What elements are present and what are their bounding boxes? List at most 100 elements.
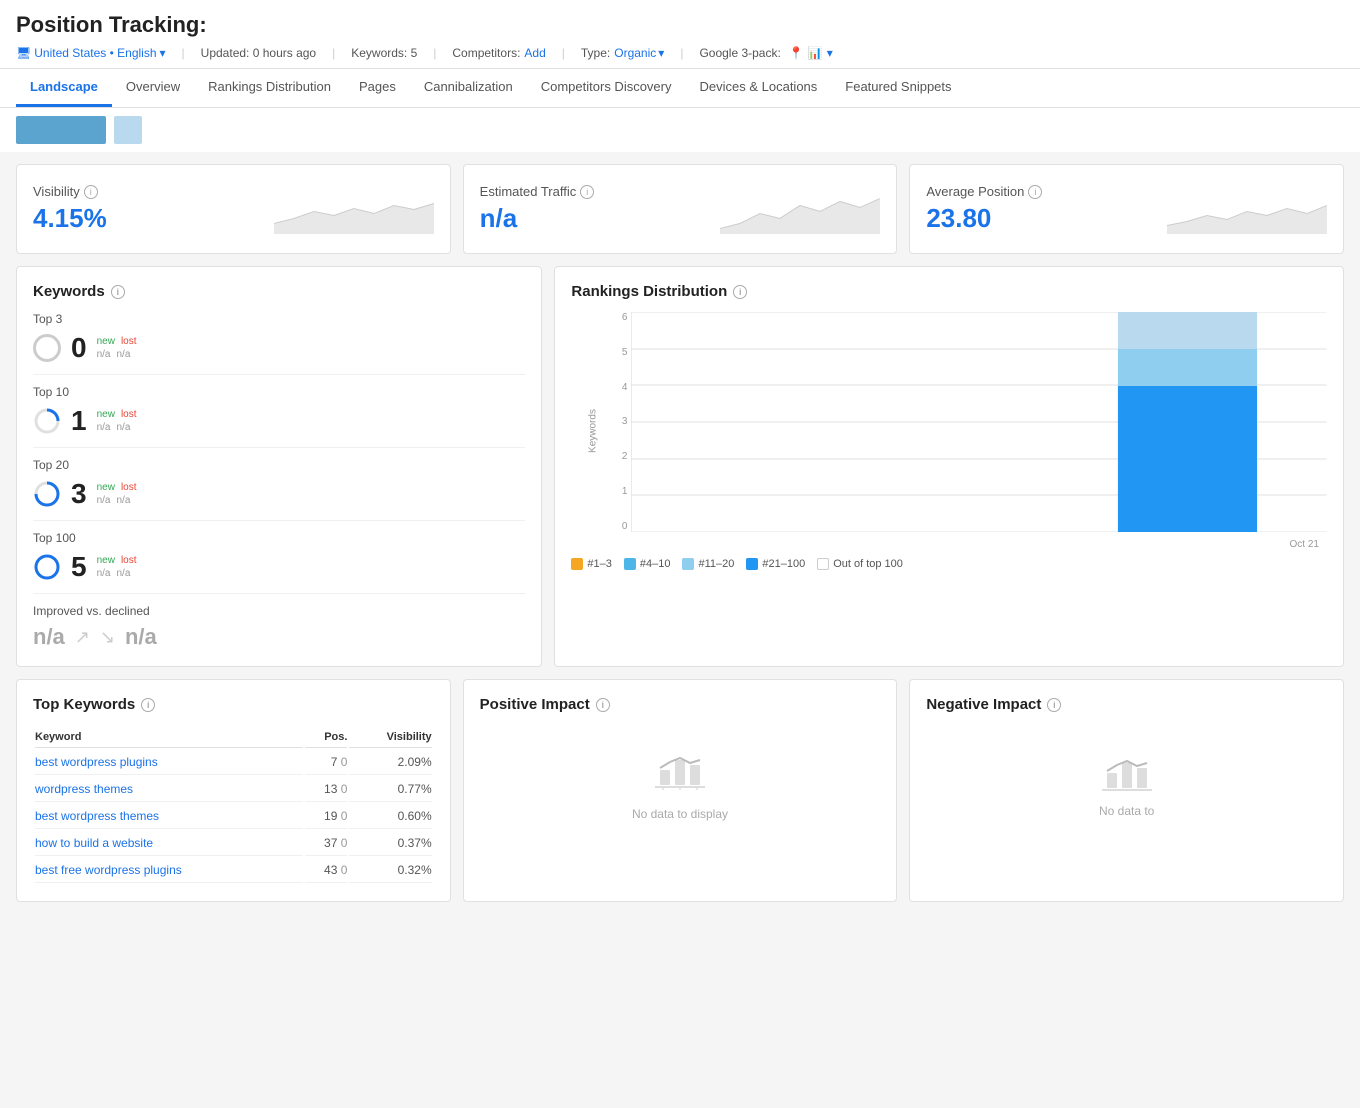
top10-row: 1 newlost n/an/a xyxy=(33,405,525,448)
tab-rankings-distribution[interactable]: Rankings Distribution xyxy=(194,69,345,107)
y-axis-labels: 0 1 2 3 4 5 6 xyxy=(611,312,627,532)
negative-impact-info-icon[interactable]: i xyxy=(1047,698,1061,712)
vis-1: 2.09% xyxy=(349,750,431,775)
rankings-info-icon[interactable]: i xyxy=(733,285,747,299)
kw-link-5[interactable]: best free wordpress plugins xyxy=(35,863,182,877)
y-axis-label: Keywords xyxy=(588,409,599,453)
kw-link-1[interactable]: best wordpress plugins xyxy=(35,755,158,769)
chart-legend: #1–3 #4–10 #11–20 #21–100 Out of top 100 xyxy=(571,558,1327,570)
monitor-icon: 🖥 xyxy=(16,46,31,60)
legend-box-21-100 xyxy=(746,558,758,570)
pos-2: 13 0 xyxy=(305,777,348,802)
top-keywords-title: Top Keywords i xyxy=(33,696,434,713)
legend-1-3: #1–3 xyxy=(571,558,611,570)
visibility-value: 4.15% xyxy=(33,203,107,234)
bar-chart-icon: 📊 xyxy=(808,46,823,60)
middle-row: Keywords i Top 3 0 newlost n/an/a To xyxy=(16,266,1344,667)
type-dropdown[interactable]: Organic ▾ xyxy=(614,46,664,60)
tab-cannibalization[interactable]: Cannibalization xyxy=(410,69,527,107)
kw-link-3[interactable]: best wordpress themes xyxy=(35,809,159,823)
visibility-sparkline xyxy=(274,184,434,234)
legend-out-top100: Out of top 100 xyxy=(817,558,903,570)
top100-badges: newlost n/an/a xyxy=(97,555,137,579)
traffic-info-icon[interactable]: i xyxy=(580,185,594,199)
main-content: Visibility i 4.15% Estimated Traffic i n… xyxy=(0,152,1360,914)
chevron-icon-pack: ▾ xyxy=(827,46,833,60)
col-pos: Pos. xyxy=(305,727,348,748)
top20-badges: newlost n/an/a xyxy=(97,482,137,506)
tab-featured-snippets[interactable]: Featured Snippets xyxy=(831,69,965,107)
table-row: best free wordpress plugins 43 0 0.32% xyxy=(35,858,432,883)
tab-bar: Landscape Overview Rankings Distribution… xyxy=(0,69,1360,108)
top100-circle xyxy=(33,553,61,581)
toolbar: 🖥 United States • English ▾ | Updated: 0… xyxy=(16,46,1344,68)
legend-21-100: #21–100 xyxy=(746,558,805,570)
arrow-up-icon: ↗ xyxy=(75,627,90,648)
positive-impact-no-data: No data to display xyxy=(480,725,881,845)
top3-badges: newlost n/an/a xyxy=(97,336,137,360)
no-data-icon-neg-svg xyxy=(1102,753,1152,793)
pos-3: 19 0 xyxy=(305,804,348,829)
top10-label: Top 10 xyxy=(33,385,525,399)
improved-row: n/a ↗ ↘ n/a xyxy=(33,624,525,650)
avg-position-value: 23.80 xyxy=(926,203,1042,234)
legend-4-10: #4–10 xyxy=(624,558,671,570)
vis-3: 0.60% xyxy=(349,804,431,829)
competitors-label: Competitors: Add xyxy=(452,46,545,60)
positive-impact-card: Positive Impact i xyxy=(463,679,898,902)
avg-position-info-icon[interactable]: i xyxy=(1028,185,1042,199)
traffic-sparkline xyxy=(720,184,880,234)
top20-label: Top 20 xyxy=(33,458,525,472)
tab-devices-locations[interactable]: Devices & Locations xyxy=(686,69,832,107)
blue-bar-area xyxy=(0,108,1360,152)
visibility-info-icon[interactable]: i xyxy=(84,185,98,199)
tab-overview[interactable]: Overview xyxy=(112,69,194,107)
bar-chart-area xyxy=(631,312,1327,535)
keywords-table: Keyword Pos. Visibility best wordpress p… xyxy=(33,725,434,885)
location-button[interactable]: 🖥 United States • English ▾ xyxy=(16,46,166,60)
no-data-text: No data to display xyxy=(632,807,728,821)
keywords-info-icon[interactable]: i xyxy=(111,285,125,299)
avg-position-sparkline xyxy=(1167,184,1327,234)
improved-value: n/a xyxy=(33,624,65,650)
tab-competitors-discovery[interactable]: Competitors Discovery xyxy=(527,69,686,107)
chevron-icon: ▾ xyxy=(160,46,166,60)
legend-box-11-20 xyxy=(682,558,694,570)
top10-badges: newlost n/an/a xyxy=(97,409,137,433)
kw-link-2[interactable]: wordpress themes xyxy=(35,782,133,796)
header: Position Tracking: 🖥 United States • Eng… xyxy=(0,0,1360,69)
keyword-section-top10: Top 10 1 newlost n/an/a xyxy=(33,385,525,448)
chevron-down-icon: ▾ xyxy=(658,46,664,60)
arrow-down-icon: ↘ xyxy=(100,627,115,648)
metrics-row: Visibility i 4.15% Estimated Traffic i n… xyxy=(16,164,1344,254)
top20-row: 3 newlost n/an/a xyxy=(33,478,525,521)
legend-box-out xyxy=(817,558,829,570)
negative-impact-no-data: No data to xyxy=(926,725,1327,845)
positive-impact-title: Positive Impact i xyxy=(480,696,881,713)
competitors-add-link[interactable]: Add xyxy=(524,46,545,60)
tab-pages[interactable]: Pages xyxy=(345,69,410,107)
chart-container: Keywords 0 1 2 3 4 5 6 xyxy=(571,312,1327,550)
bottom-row: Top Keywords i Keyword Pos. Visibility b… xyxy=(16,679,1344,902)
keywords-count: Keywords: 5 xyxy=(351,46,417,60)
top100-row: 5 newlost n/an/a xyxy=(33,551,525,594)
avg-position-left: Average Position i 23.80 xyxy=(926,184,1042,234)
kw-link-4[interactable]: how to build a website xyxy=(35,836,153,850)
legend-box-1-3 xyxy=(571,558,583,570)
keyword-section-top20: Top 20 3 newlost n/an/a xyxy=(33,458,525,521)
top-keywords-card: Top Keywords i Keyword Pos. Visibility b… xyxy=(16,679,451,902)
top-keywords-info-icon[interactable]: i xyxy=(141,698,155,712)
no-data-chart-icon xyxy=(655,750,705,799)
top3-circle xyxy=(33,334,61,362)
positive-impact-info-icon[interactable]: i xyxy=(596,698,610,712)
keywords-card: Keywords i Top 3 0 newlost n/an/a To xyxy=(16,266,542,667)
tab-landscape[interactable]: Landscape xyxy=(16,69,112,107)
location-pin-icon: 📍 xyxy=(789,46,804,60)
pos-5: 43 0 xyxy=(305,858,348,883)
page-title: Position Tracking: xyxy=(16,12,1344,38)
avg-position-card: Average Position i 23.80 xyxy=(909,164,1344,254)
top100-label: Top 100 xyxy=(33,531,525,545)
col-keyword: Keyword xyxy=(35,727,303,748)
vis-4: 0.37% xyxy=(349,831,431,856)
visibility-left: Visibility i 4.15% xyxy=(33,184,107,234)
